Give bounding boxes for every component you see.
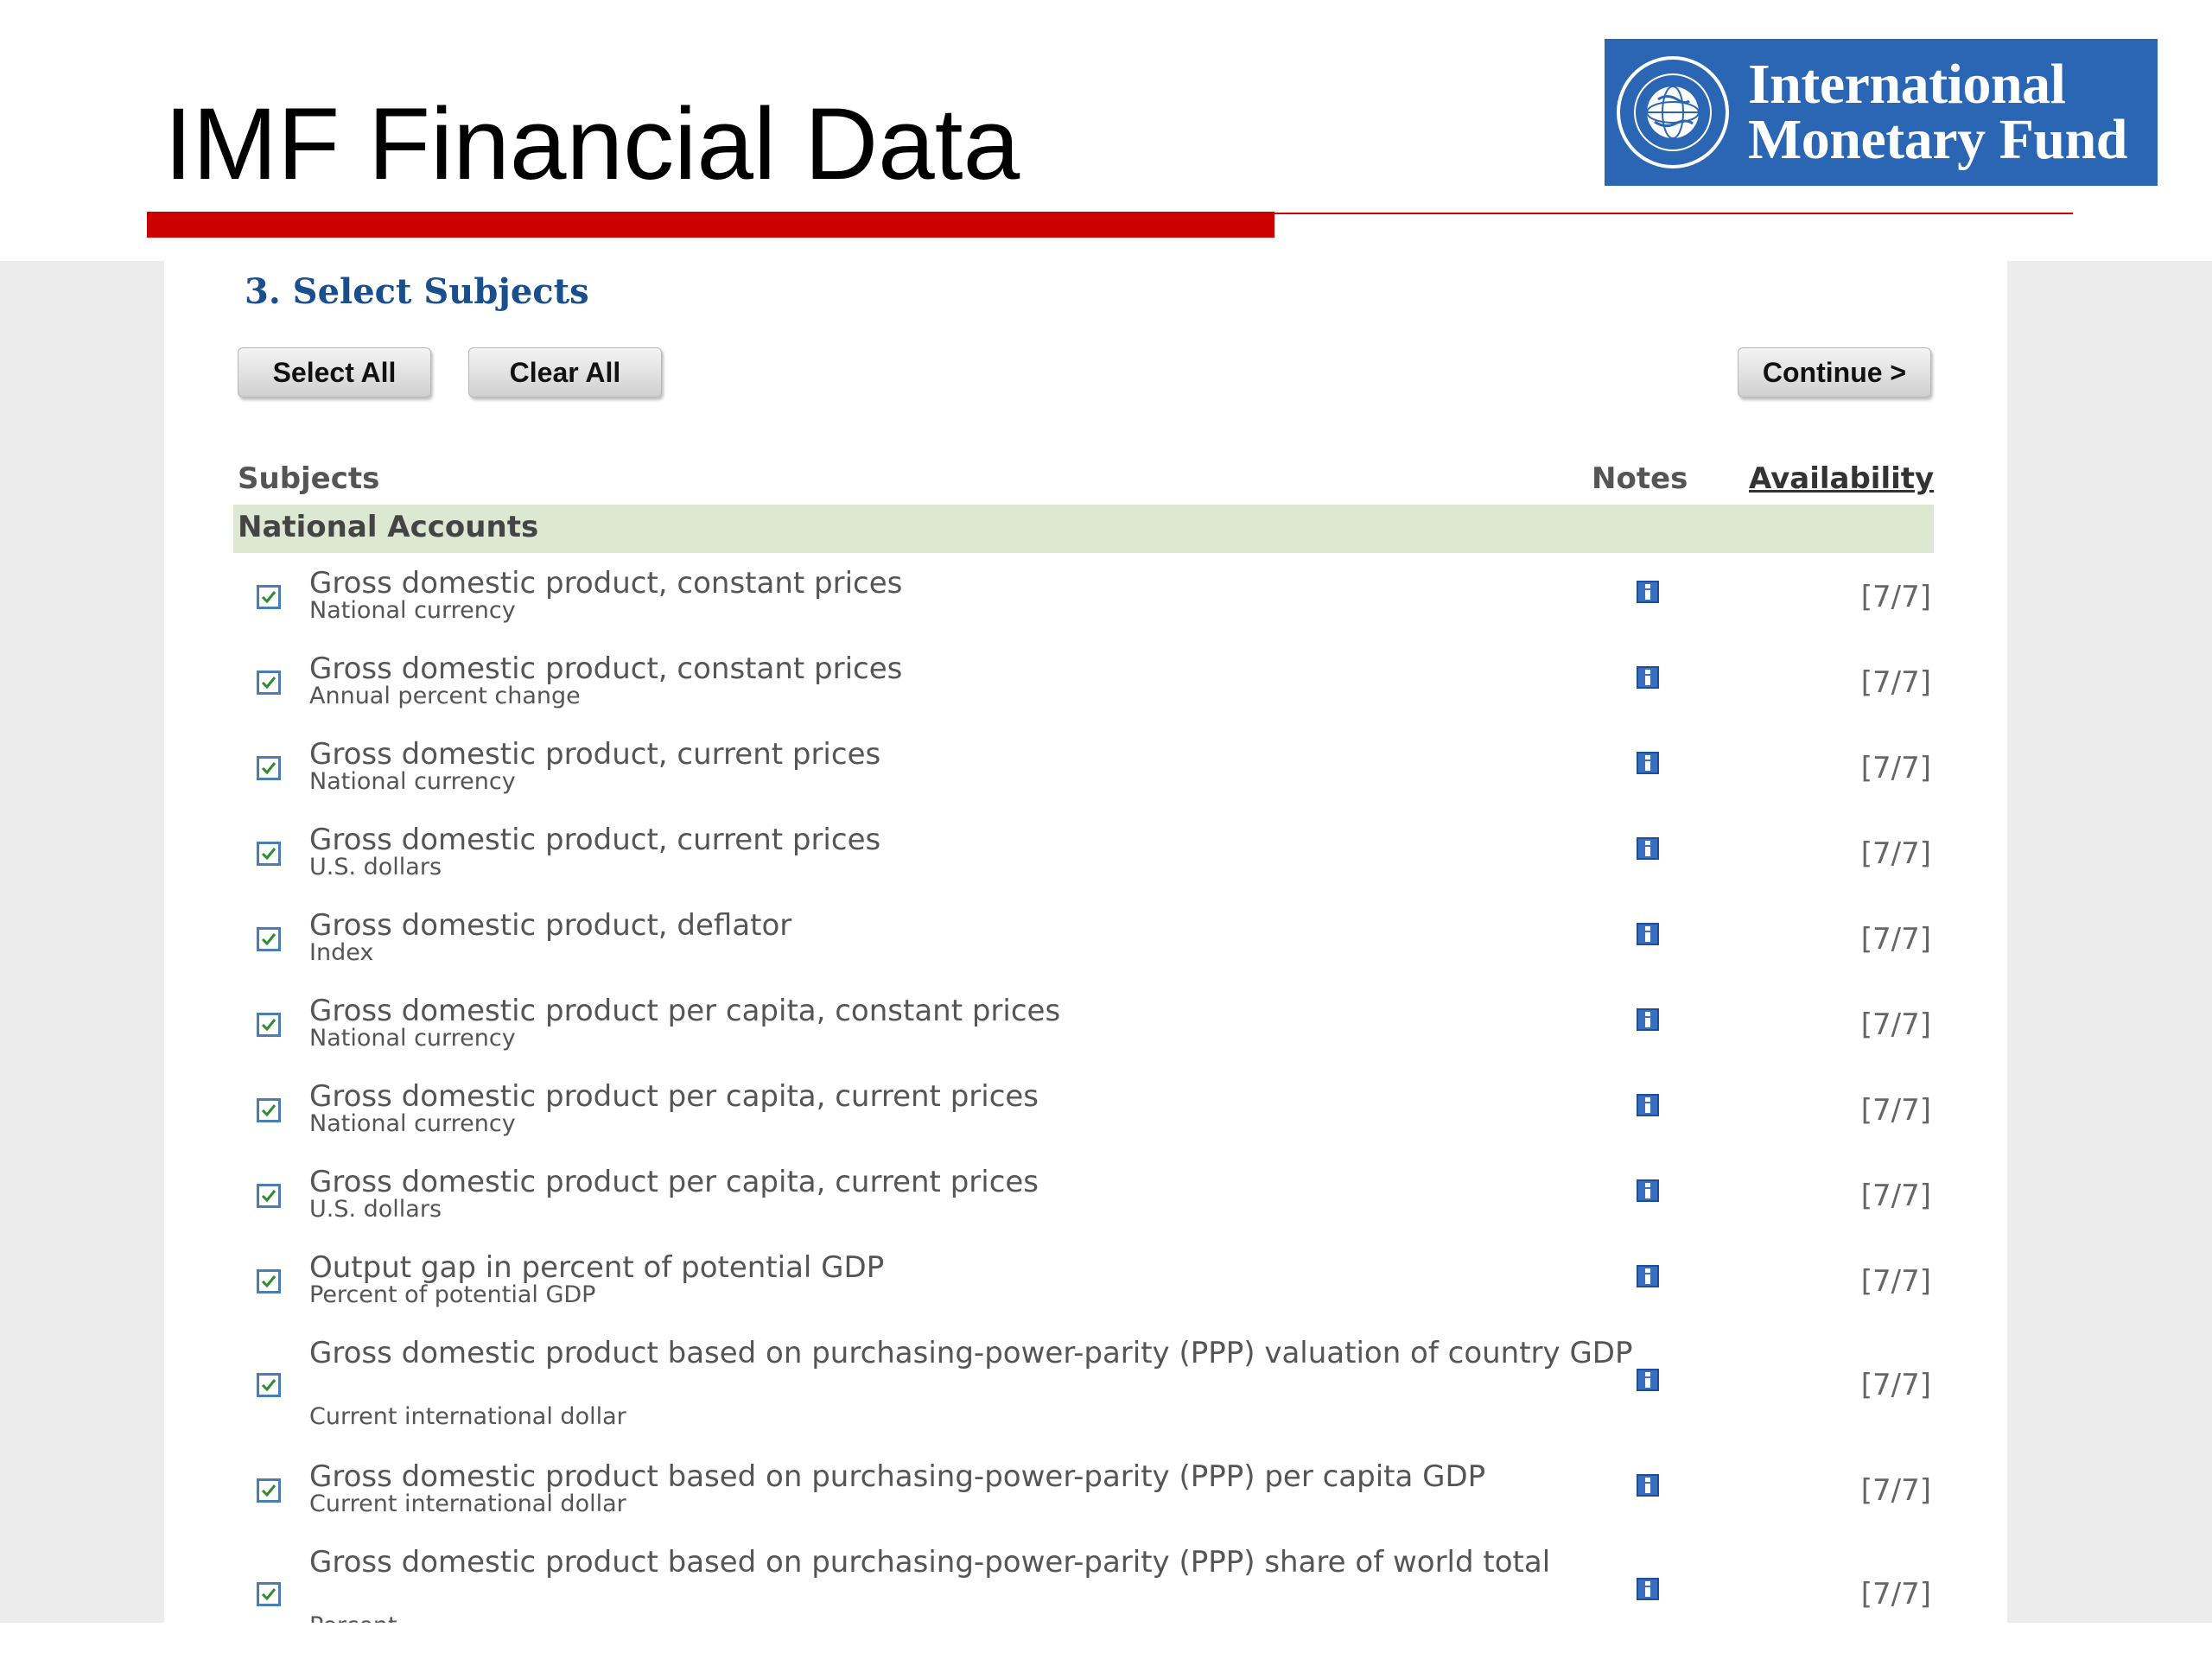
table-row: Gross domestic product, deflator Index [7/… [164,907,2007,971]
subject-name: Gross domestic product, deflator [309,908,792,943]
checkbox-checked-icon[interactable] [257,1269,281,1294]
logo-text-line2: Monetary Fund [1748,108,2128,171]
subject-name: Gross domestic product per capita, curre… [309,1079,1039,1114]
logo-text-line1: International [1748,53,2066,116]
checkbox-checked-icon[interactable] [257,756,281,780]
info-icon[interactable] [1636,1577,1660,1601]
info-icon[interactable] [1636,836,1660,861]
info-icon[interactable] [1636,1093,1660,1117]
table-row: Gross domestic product, constant prices A… [164,651,2007,715]
info-icon[interactable] [1636,1007,1660,1032]
subject-name: Gross domestic product based on purchasi… [309,1545,1551,1580]
subject-unit: U.S. dollars [309,1196,442,1223]
table-row: Gross domestic product, constant prices N… [164,565,2007,629]
subject-unit: National currency [309,768,516,795]
table-row: Output gap in percent of potential GDP Pe… [164,1249,2007,1313]
table-row: Gross domestic product, current prices U.… [164,822,2007,886]
table-row: Gross domestic product based on purchasi… [164,1544,2007,1623]
subject-unit: Annual percent change [309,683,581,709]
checkbox-checked-icon[interactable] [257,1013,281,1037]
info-icon[interactable] [1636,1368,1660,1392]
table-row: Gross domestic product per capita, curre… [164,1078,2007,1142]
imf-logo: International Monetary Fund [1605,39,2158,186]
group-header-row: National Accounts [233,505,1934,553]
table-row: Gross domestic product, current prices Na… [164,736,2007,800]
subject-name: Gross domestic product per capita, const… [309,994,1061,1028]
availability-value: [7/7] [1860,1577,1931,1611]
availability-value: [7/7] [1860,1007,1931,1042]
subject-name: Output gap in percent of potential GDP [309,1250,885,1285]
subject-name: Gross domestic product based on purchasi… [309,1459,1486,1494]
right-margin [2007,261,2212,1623]
availability-value: [7/7] [1860,1179,1931,1213]
availability-value: [7/7] [1860,1093,1931,1128]
checkbox-checked-icon[interactable] [257,842,281,866]
availability-value: [7/7] [1860,922,1931,957]
subject-unit: U.S. dollars [309,854,442,880]
subject-name: Gross domestic product, constant prices [309,566,903,601]
checkbox-checked-icon[interactable] [257,1478,281,1503]
info-icon[interactable] [1636,751,1660,775]
checkbox-checked-icon[interactable] [257,671,281,695]
imf-seal-icon [1617,56,1729,168]
checkbox-checked-icon[interactable] [257,1582,281,1606]
info-icon[interactable] [1636,922,1660,946]
subject-name: Gross domestic product based on purchasi… [309,1336,1633,1370]
checkbox-checked-icon[interactable] [257,1184,281,1208]
info-icon[interactable] [1636,665,1660,690]
checkbox-checked-icon[interactable] [257,1098,281,1122]
table-row: Gross domestic product per capita, const… [164,993,2007,1057]
subjects-column-header: Subjects [238,461,380,496]
availability-value: [7/7] [1860,836,1931,871]
availability-value: [7/7] [1860,751,1931,785]
select-subjects-panel: 3. Select Subjects Select All Clear All … [164,261,2007,1623]
left-margin [0,261,164,1623]
subject-unit: Current international dollar [309,1491,626,1517]
subject-unit: Percent [309,1613,397,1624]
subject-unit: National currency [309,597,516,624]
info-icon[interactable] [1636,580,1660,604]
clear-all-button[interactable]: Clear All [468,347,662,397]
availability-column-header[interactable]: Availability [1749,461,1934,496]
info-icon[interactable] [1636,1264,1660,1288]
select-all-button[interactable]: Select All [238,347,431,397]
checkbox-checked-icon[interactable] [257,1373,281,1397]
checkbox-checked-icon[interactable] [257,585,281,609]
availability-value: [7/7] [1860,1473,1931,1508]
subject-unit: Index [309,939,374,966]
table-row: Gross domestic product based on purchasi… [164,1335,2007,1435]
subject-name: Gross domestic product, current prices [309,823,881,857]
section-title: 3. Select Subjects [245,271,589,312]
title-underline-bar [147,212,1274,238]
availability-value: [7/7] [1860,1368,1931,1402]
checkbox-checked-icon[interactable] [257,927,281,951]
table-row: Gross domestic product based on purchasi… [164,1459,2007,1522]
info-icon[interactable] [1636,1179,1660,1203]
subject-unit: National currency [309,1110,516,1137]
table-row: Gross domestic product per capita, curre… [164,1164,2007,1228]
slide-title: IMF Financial Data [164,87,1020,201]
title-underline-line [1274,213,2073,214]
continue-button[interactable]: Continue > [1738,347,1931,397]
subject-name: Gross domestic product per capita, curre… [309,1165,1039,1199]
group-label: National Accounts [238,510,539,544]
info-icon[interactable] [1636,1473,1660,1497]
subject-unit: National currency [309,1025,516,1052]
subject-name: Gross domestic product, current prices [309,737,881,772]
availability-value: [7/7] [1860,1264,1931,1299]
availability-value: [7/7] [1860,665,1931,700]
subject-unit: Current international dollar [309,1403,626,1430]
subject-unit: Percent of potential GDP [309,1281,596,1308]
notes-column-header: Notes [1592,461,1688,496]
availability-value: [7/7] [1860,580,1931,614]
subject-name: Gross domestic product, constant prices [309,652,903,686]
